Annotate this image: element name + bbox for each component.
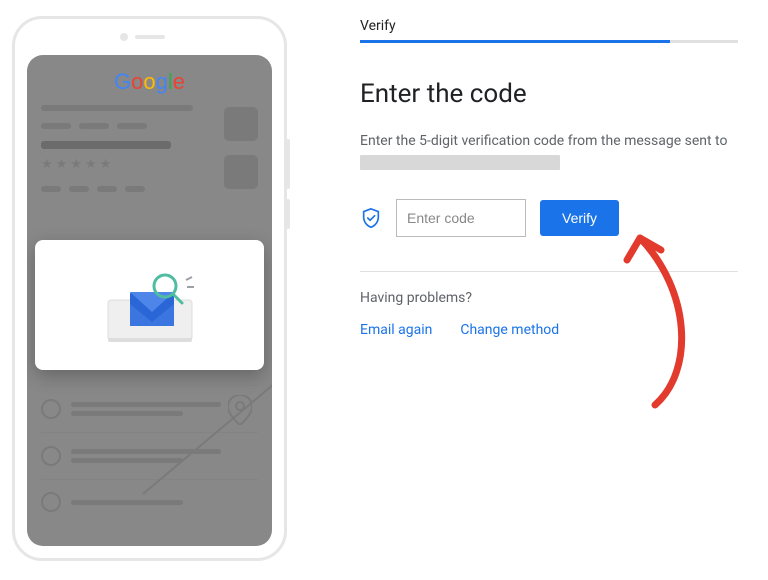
instruction-prefix: Enter the 5-digit verification code from… [360, 133, 727, 149]
phone-side-button [286, 199, 290, 229]
phone-speaker-dot [120, 33, 128, 41]
verify-button[interactable]: Verify [540, 200, 619, 236]
step-label: Verify [360, 18, 738, 34]
placeholder-icon [224, 107, 258, 141]
shield-check-icon [360, 207, 382, 229]
placeholder-line [125, 186, 145, 192]
placeholder-line [79, 123, 109, 129]
divider [360, 271, 738, 272]
phone-mockup: Google ★★★★★ [12, 16, 287, 561]
placeholder-line [97, 186, 117, 192]
placeholder-line [41, 123, 71, 129]
placeholder-line [41, 105, 193, 111]
verify-panel: Verify Enter the code Enter the 5-digit … [360, 18, 738, 338]
problems-label: Having problems? [360, 290, 738, 306]
list-item [41, 432, 258, 479]
circle-icon [41, 492, 61, 512]
phone-screen: Google ★★★★★ [27, 55, 272, 546]
redacted-destination [360, 155, 560, 170]
placeholder-line [69, 186, 89, 192]
google-logo: Google [41, 69, 258, 95]
list-item [41, 385, 258, 432]
progress-fill [360, 40, 670, 43]
phone-speaker-dash [135, 35, 165, 39]
page-heading: Enter the code [360, 79, 738, 109]
email-again-link[interactable]: Email again [360, 322, 432, 338]
progress-bar [360, 40, 738, 43]
circle-icon [41, 399, 61, 419]
change-method-link[interactable]: Change method [460, 322, 559, 338]
phone-side-button [286, 139, 290, 189]
verification-code-input[interactable] [396, 199, 526, 237]
mail-popup-card [35, 240, 264, 370]
instruction-text: Enter the 5-digit verification code from… [360, 131, 738, 173]
list-item [41, 479, 258, 524]
placeholder-icon [224, 155, 258, 189]
placeholder-line [41, 186, 61, 192]
mail-magnifier-icon [90, 260, 210, 350]
placeholder-line [117, 123, 147, 129]
circle-icon [41, 446, 61, 466]
placeholder-line [41, 141, 171, 149]
